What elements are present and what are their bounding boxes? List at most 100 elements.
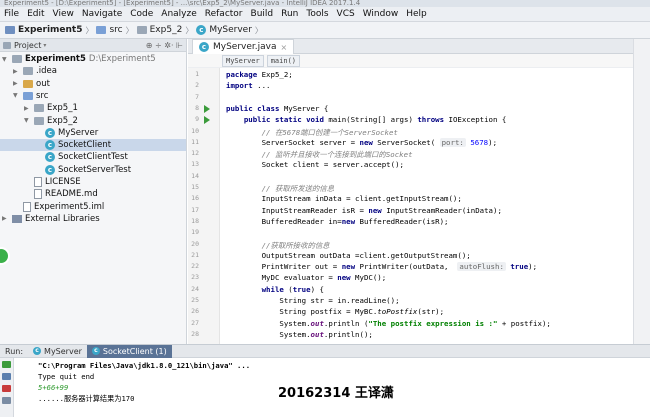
expand-right-icon[interactable]: ▶ xyxy=(2,215,9,222)
close-icon[interactable]: × xyxy=(281,43,288,52)
menu-item-edit[interactable]: Edit xyxy=(23,7,48,22)
tree-item-myserver[interactable]: c MyServer xyxy=(0,127,98,139)
code-line[interactable]: public class MyServer { xyxy=(226,104,328,113)
folder-icon xyxy=(23,67,33,76)
tree-item-out[interactable]: ▶ out xyxy=(0,78,50,90)
code-line[interactable]: while (true) { xyxy=(226,285,324,294)
menu-item-vcs[interactable]: VCS xyxy=(333,7,359,22)
chevron-right-icon: 〉 xyxy=(185,25,194,35)
code-line[interactable]: ServerSocket server = new ServerSocket( … xyxy=(226,137,497,147)
folder-icon xyxy=(23,79,33,88)
breadcrumb-project[interactable]: Experiment5 xyxy=(2,25,85,35)
menu-item-window[interactable]: Window xyxy=(359,7,403,22)
run-tab-myserver[interactable]: c MyServer xyxy=(28,345,87,358)
tree-item-external-libraries[interactable]: ▶ External Libraries xyxy=(0,213,100,225)
tree-item--idea[interactable]: ▶ .idea xyxy=(0,65,57,77)
menu-item-tools[interactable]: Tools xyxy=(302,7,332,22)
breadcrumb-class[interactable]: c MyServer xyxy=(193,25,255,35)
code-breadcrumb-class[interactable]: MyServer xyxy=(222,54,264,67)
code-line[interactable]: public static void main(String[] args) t… xyxy=(226,115,507,124)
menu-item-navigate[interactable]: Navigate xyxy=(78,7,126,22)
console-line: 5+66+99 xyxy=(38,383,69,392)
breadcrumb-package[interactable]: Exp5_2 xyxy=(134,25,186,35)
tree-item-label: .idea xyxy=(36,66,57,77)
class-icon: c xyxy=(45,152,55,163)
code-line[interactable]: String str = in.readLine(); xyxy=(226,296,399,305)
line-number: 15 xyxy=(191,183,199,191)
line-number: 25 xyxy=(191,296,199,304)
menu-item-help[interactable]: Help xyxy=(402,7,431,22)
tree-item-label: Experiment5 xyxy=(25,54,86,64)
tree-item-socketclient[interactable]: c SocketClient xyxy=(0,139,186,152)
code-editor[interactable]: package Exp5_2;import ... public class My… xyxy=(222,68,633,344)
stop-icon[interactable] xyxy=(2,385,11,392)
tree-item-label: SocketClient xyxy=(58,140,112,151)
up-icon[interactable] xyxy=(2,373,11,380)
expand-right-icon[interactable]: ▶ xyxy=(13,80,20,87)
code-breadcrumb-method[interactable]: main() xyxy=(266,54,301,67)
file-icon xyxy=(34,189,42,200)
code-line[interactable]: BufferedReader in=new BufferedReader(isR… xyxy=(226,217,449,226)
code-line[interactable]: // 在5678端口创建一个ServerSocket xyxy=(226,127,398,138)
tree-item-socketservertest[interactable]: c SocketServerTest xyxy=(0,164,131,176)
menu-item-file[interactable]: File xyxy=(0,7,23,22)
navigation-bar: Experiment5 〉 src 〉 Exp5_2 〉 c MyServer 〉 xyxy=(0,22,650,39)
code-line[interactable]: // 获取所发送的信息 xyxy=(226,183,334,194)
rerun-icon[interactable] xyxy=(2,361,11,368)
menu-item-analyze[interactable]: Analyze xyxy=(157,7,200,22)
expand-down-icon[interactable]: ▼ xyxy=(2,56,9,63)
line-number: 2 xyxy=(195,81,199,90)
folder-icon xyxy=(23,91,33,100)
chevron-right-icon: 〉 xyxy=(85,25,94,35)
line-number: 24 xyxy=(191,284,199,293)
menu-item-refactor[interactable]: Refactor xyxy=(201,7,247,22)
code-line[interactable]: import ... xyxy=(226,81,271,90)
tab-myserver-java[interactable]: c MyServer.java × xyxy=(192,39,295,54)
code-line[interactable]: InputStreamReader isR = new InputStreamR… xyxy=(226,206,502,215)
expand-down-icon[interactable]: ▼ xyxy=(24,117,31,124)
chevron-right-icon: 〉 xyxy=(125,25,134,35)
tree-item-license[interactable]: LICENSE xyxy=(0,176,81,188)
tree-item-exp5-1[interactable]: ▶ Exp5_1 xyxy=(0,102,78,114)
tree-item-socketclienttest[interactable]: c SocketClientTest xyxy=(0,151,128,163)
line-number: 18 xyxy=(191,216,199,225)
expand-right-icon[interactable]: ▶ xyxy=(13,68,20,75)
breadcrumb-src[interactable]: src xyxy=(93,25,125,35)
menu-item-code[interactable]: Code xyxy=(126,7,157,22)
code-line[interactable]: Socket client = server.accept(); xyxy=(226,160,404,169)
run-gutter-icon[interactable] xyxy=(204,104,210,113)
code-line[interactable]: // 监听并且接收一个连接到此端口的Socket xyxy=(226,149,413,160)
tree-item-experiment5[interactable]: ▼ Experiment5 D:\Experiment5 xyxy=(0,53,156,65)
code-line[interactable]: OutputStream outData =client.getOutputSt… xyxy=(226,251,471,260)
menu-item-build[interactable]: Build xyxy=(247,7,278,22)
file-icon xyxy=(23,201,31,212)
project-panel-title[interactable]: Project xyxy=(14,41,41,50)
tree-item-experiment5-iml[interactable]: Experiment5.iml xyxy=(0,201,104,213)
pause-icon[interactable] xyxy=(2,397,11,404)
file-icon xyxy=(34,177,42,187)
code-line[interactable]: System.out.println ("The postfix express… xyxy=(226,319,550,328)
code-line[interactable]: String postfix = MyBC.toPostfix(str); xyxy=(226,307,444,316)
console-toolbar xyxy=(0,358,14,417)
menu-item-run[interactable]: Run xyxy=(277,7,302,22)
tree-item-exp5-2[interactable]: ▼ Exp5_2 xyxy=(0,115,78,127)
package-icon xyxy=(136,26,147,34)
code-line[interactable]: System.out.println(); xyxy=(226,330,372,339)
console-line: Type quit end xyxy=(38,372,95,381)
expand-down-icon[interactable]: ▼ xyxy=(13,92,20,99)
tree-item-label: SocketServerTest xyxy=(58,164,132,175)
expand-right-icon[interactable]: ▶ xyxy=(24,105,31,112)
code-line[interactable]: PrintWriter out = new PrintWriter(outDat… xyxy=(226,262,537,272)
project-panel-tools[interactable]: ⊕ ÷ ✲· ⊩ xyxy=(146,41,183,50)
code-line[interactable]: //获取所接收的信息 xyxy=(226,240,330,251)
code-line[interactable]: InputStream inData = client.getInputStre… xyxy=(226,194,462,203)
code-line[interactable]: package Exp5_2; xyxy=(226,70,293,79)
dropdown-icon[interactable]: ▾ xyxy=(43,42,50,49)
run-tab-socketclient[interactable]: c SocketClient (1) xyxy=(86,344,172,358)
code-line[interactable]: MyDC evaluator = new MyDC(); xyxy=(226,273,387,282)
run-gutter-icon[interactable] xyxy=(204,116,210,125)
tree-item-readme-md[interactable]: README.md xyxy=(0,188,98,200)
menu-item-view[interactable]: View xyxy=(49,7,78,22)
editor-scrollbar[interactable] xyxy=(633,39,650,344)
tree-item-src[interactable]: ▼ src xyxy=(0,90,48,102)
